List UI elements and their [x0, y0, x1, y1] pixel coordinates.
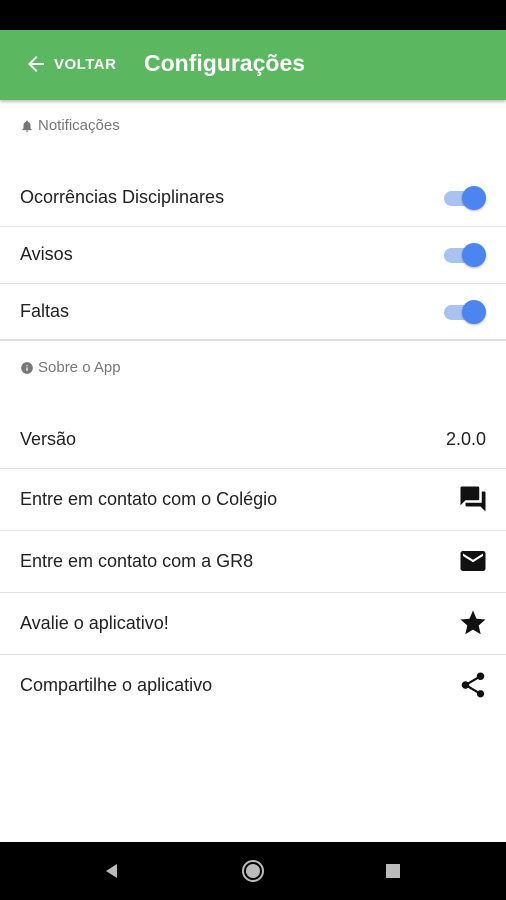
section-header-about: Sobre o App	[20, 359, 121, 376]
settings-row-faltas[interactable]: Faltas	[0, 284, 506, 339]
section-divider	[0, 339, 506, 341]
row-label: Faltas	[20, 301, 70, 321]
back-button[interactable]: VOLTAR	[24, 52, 116, 76]
info-icon	[21, 361, 33, 374]
toggle-thumb	[462, 300, 486, 324]
section-header-notifications: Notificações	[20, 117, 120, 134]
version-value: 2.0.0	[445, 429, 486, 449]
row-label: Avisos	[20, 244, 73, 264]
back-label: VOLTAR	[54, 55, 117, 73]
row-label: Compartilhe o aplicativo	[20, 675, 213, 695]
toggle-switch[interactable]	[442, 300, 486, 324]
star-icon	[460, 610, 486, 635]
row-label: Ocorrências Disciplinares	[20, 187, 225, 207]
section-header-label: Sobre o App	[38, 359, 121, 376]
mail-icon	[460, 551, 486, 571]
toggle-switch[interactable]	[442, 186, 486, 210]
share-icon	[461, 672, 485, 698]
recents-icon[interactable]	[381, 859, 405, 883]
toggle-thumb	[462, 243, 486, 267]
settings-row-rate-app[interactable]: Avalie o aplicativo!	[0, 593, 506, 655]
row-label: Versão	[20, 429, 77, 449]
row-label: Entre em contato com a GR8	[20, 551, 254, 571]
home-icon[interactable]	[241, 859, 265, 883]
settings-row-contact-college[interactable]: Entre em contato com o Colégio	[0, 469, 506, 531]
settings-row-avisos[interactable]: Avisos	[0, 227, 506, 284]
row-label: Avalie o aplicativo!	[20, 613, 169, 633]
row-label: Entre em contato com o Colégio	[20, 489, 278, 509]
settings-row-ocorrencias[interactable]: Ocorrências Disciplinares	[0, 170, 506, 227]
status-bar	[0, 0, 506, 30]
settings-row-share-app[interactable]: Compartilhe o aplicativo	[0, 655, 506, 716]
arrow-back-icon	[28, 56, 44, 72]
settings-row-contact-gr8[interactable]: Entre em contato com a GR8	[0, 531, 506, 593]
toggle-thumb	[462, 186, 486, 210]
bell-icon	[22, 119, 32, 132]
app-bar: VOLTAR Configurações	[0, 30, 506, 100]
settings-row-version: Versão 2.0.0	[0, 410, 506, 469]
toggle-switch[interactable]	[442, 243, 486, 267]
back-icon[interactable]	[100, 859, 124, 883]
section-header-label: Notificações	[38, 117, 120, 134]
page-title: Configurações	[144, 50, 306, 76]
system-nav-bar	[0, 842, 506, 900]
chat-icon	[460, 486, 486, 512]
